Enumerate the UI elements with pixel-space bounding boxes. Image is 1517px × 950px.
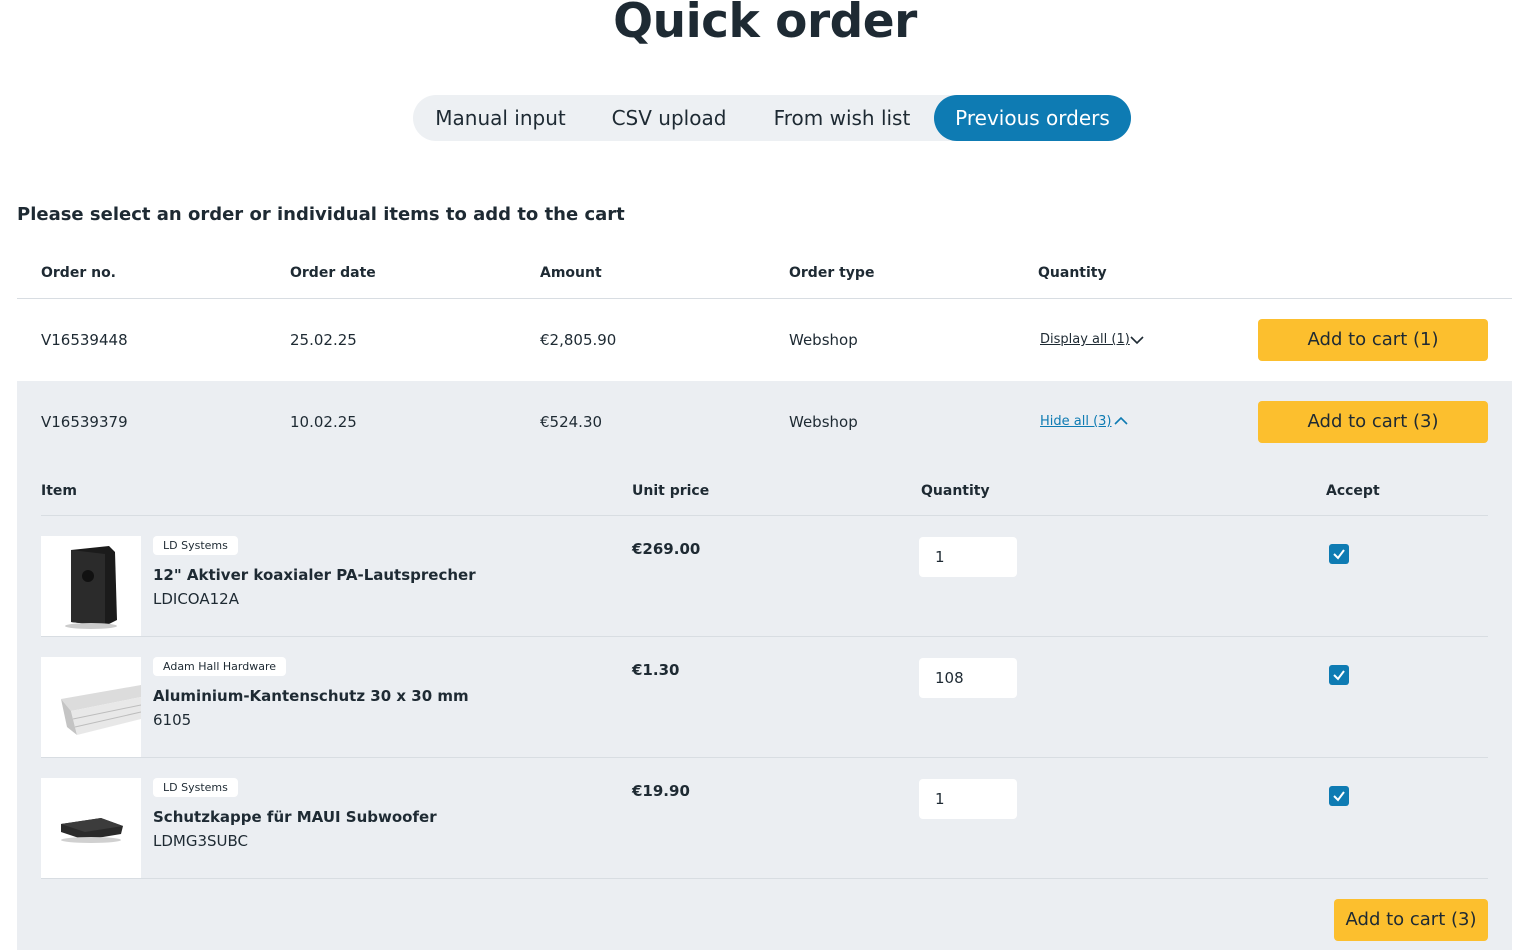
item-sku: LDICOA12A (153, 590, 239, 608)
header-amount: Amount (540, 265, 602, 281)
header-accept: Accept (1326, 483, 1380, 499)
checkmark-icon (1333, 549, 1345, 560)
hide-all-link[interactable]: Hide all (3) (1040, 414, 1112, 429)
order-amount: €524.30 (540, 413, 603, 431)
instruction-text: Please select an order or individual ite… (17, 204, 625, 225)
order-date: 25.02.25 (290, 331, 357, 349)
quantity-input[interactable] (919, 658, 1017, 698)
header-order-date: Order date (290, 265, 376, 281)
items-header-divider (41, 515, 1488, 516)
item-sku: LDMG3SUBC (153, 832, 249, 850)
quick-order-tabs: Manual input CSV upload From wish list P… (413, 95, 1131, 141)
tab-previous-orders[interactable]: Previous orders (934, 95, 1131, 141)
unit-price: €269.00 (632, 540, 701, 558)
order-date: 10.02.25 (290, 413, 357, 431)
brand-badge: LD Systems (153, 536, 238, 555)
brand-badge: Adam Hall Hardware (153, 657, 286, 676)
quantity-input[interactable] (919, 779, 1017, 819)
item-divider (41, 636, 1488, 637)
unit-price: €19.90 (632, 782, 690, 800)
add-to-cart-button[interactable]: Add to cart (3) (1258, 401, 1488, 443)
accept-checkbox[interactable] (1329, 665, 1349, 685)
order-type: Webshop (789, 331, 858, 349)
add-to-cart-button[interactable]: Add to cart (1) (1258, 319, 1488, 361)
speaker-image[interactable] (41, 536, 141, 636)
header-item-quantity: Quantity (921, 483, 990, 499)
order-amount: €2,805.90 (540, 331, 617, 349)
header-item: Item (41, 483, 77, 499)
item-divider (41, 878, 1488, 879)
order-type: Webshop (789, 413, 858, 431)
page-title: Quick order (613, 0, 917, 49)
quantity-input[interactable] (919, 537, 1017, 577)
brand-badge: LD Systems (153, 778, 238, 797)
header-quantity: Quantity (1038, 265, 1107, 281)
subwoofer-cap-image[interactable] (41, 778, 141, 878)
header-order-no: Order no. (41, 265, 117, 281)
checkmark-icon (1333, 791, 1345, 802)
display-all-link[interactable]: Display all (1) (1040, 332, 1130, 347)
accept-checkbox[interactable] (1329, 544, 1349, 564)
edge-protector-image[interactable] (41, 657, 142, 757)
header-divider (17, 298, 1512, 299)
header-unit-price: Unit price (632, 483, 710, 499)
item-sku: 6105 (153, 711, 192, 729)
item-name[interactable]: 12" Aktiver koaxialer PA-Lautsprecher (153, 566, 476, 584)
chevron-down-icon[interactable] (1129, 332, 1145, 348)
order-no: V16539448 (41, 331, 128, 349)
tab-from-wish-list[interactable]: From wish list (750, 95, 934, 141)
item-name[interactable]: Schutzkappe für MAUI Subwoofer (153, 808, 437, 826)
add-selected-to-cart-button[interactable]: Add to cart (3) (1334, 899, 1488, 941)
checkmark-icon (1333, 670, 1345, 681)
item-divider (41, 757, 1488, 758)
unit-price: €1.30 (632, 661, 680, 679)
order-no: V16539379 (41, 413, 128, 431)
item-name[interactable]: Aluminium-Kantenschutz 30 x 30 mm (153, 687, 469, 705)
tab-manual-input[interactable]: Manual input (413, 95, 588, 141)
accept-checkbox[interactable] (1329, 786, 1349, 806)
header-order-type: Order type (789, 265, 875, 281)
chevron-up-icon[interactable] (1113, 413, 1129, 429)
tab-csv-upload[interactable]: CSV upload (588, 95, 750, 141)
